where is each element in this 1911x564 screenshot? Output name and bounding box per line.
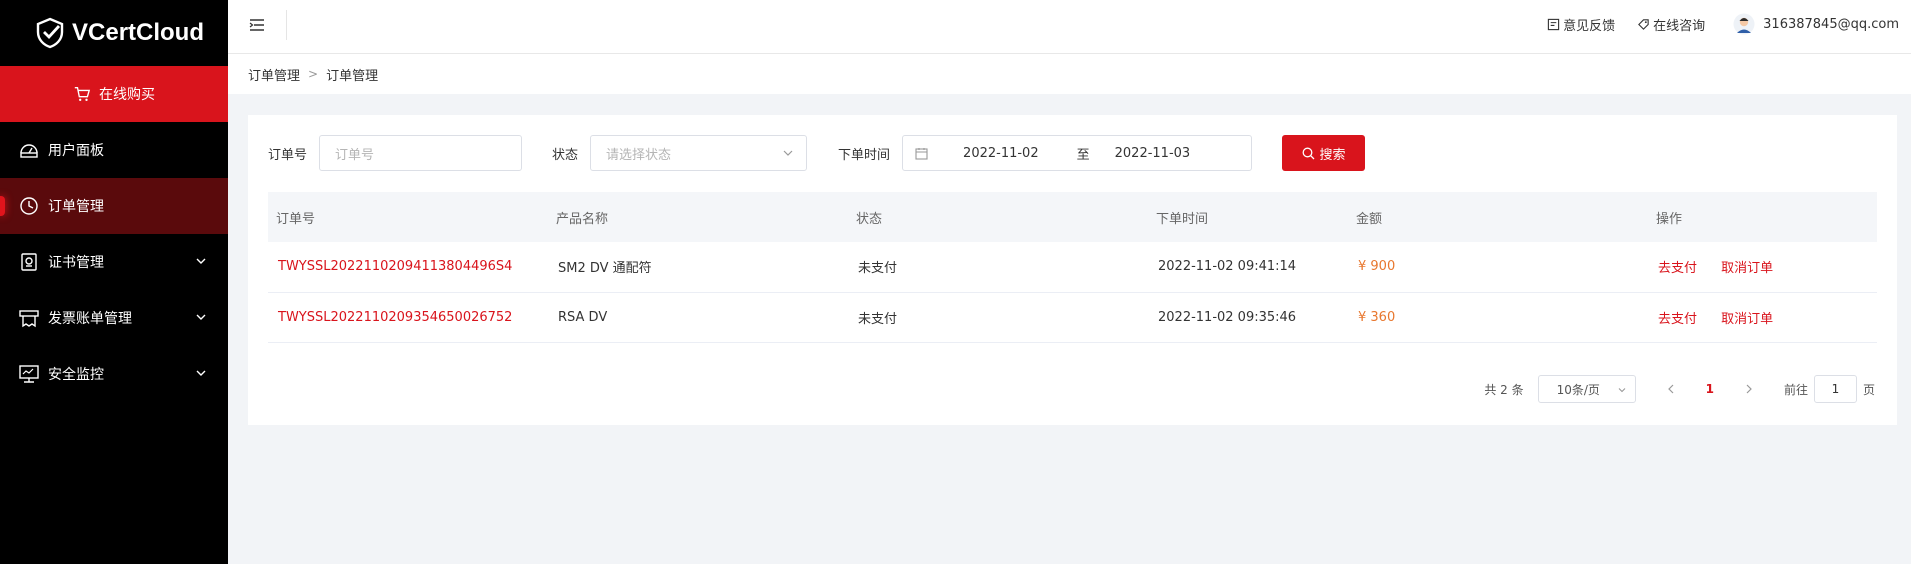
consult-link[interactable]: 在线咨询 [1637, 15, 1705, 34]
goto-suffix: 页 [1862, 382, 1875, 397]
status-placeholder: 请选择状态 [606, 147, 672, 163]
cancel-order-button[interactable]: 取消订单 [1721, 261, 1773, 276]
col-actions: 操作 [1648, 192, 1877, 242]
search-icon [1302, 147, 1314, 159]
monitor-icon [18, 363, 40, 385]
col-product: 产品名称 [548, 192, 848, 242]
page-number-current[interactable]: 1 [1706, 382, 1714, 396]
sidebar-item-label: 用户面板 [48, 143, 104, 159]
sidebar: VCertCloud 在线购买 用户面板 订单管理 证书管理 发票账单管理 安全… [0, 0, 228, 564]
order-no-cell[interactable]: TWYSSL202211020935465002675​2 [268, 292, 548, 343]
feedback-icon [1547, 18, 1560, 30]
breadcrumb-level2: 订单管理 [326, 68, 379, 84]
goto-page-value: 1 [1831, 382, 1840, 396]
status-select[interactable]: 请选择状态 [590, 135, 808, 171]
date-end[interactable]: 2022-11-03 [1115, 146, 1191, 161]
pagination: 共 2 条 10条/页 1 前往 1 页 [1484, 375, 1875, 403]
tag-icon [1638, 18, 1649, 30]
pay-button[interactable]: 去支付 [1658, 261, 1697, 276]
user-email[interactable]: 316387845@qq.com [1763, 17, 1899, 32]
sidebar-item-certificates[interactable]: 证书管理 [0, 234, 228, 290]
buy-online-button[interactable]: 在线购买 [0, 66, 228, 122]
table-row: TWYSSL20221102094113804496S4 SM2 DV 通配符 … [268, 242, 1877, 293]
search-label: 搜索 [1319, 147, 1346, 163]
breadcrumb: 订单管理 > 订单管理 [228, 54, 1911, 94]
invoice-icon [18, 307, 40, 329]
date-start[interactable]: 2022-11-02 [963, 146, 1039, 161]
filter-bar: 订单号 订单号 状态 请选择状态 下单时间 2022-11-02 至 2022-… [268, 135, 1877, 171]
search-button[interactable]: 搜索 [1282, 135, 1366, 171]
col-order-no: 订单号 [268, 192, 548, 242]
chevron-down-icon [196, 314, 206, 320]
amount-cell: ¥ 900 [1348, 242, 1648, 293]
table-header-row: 订单号 产品名称 状态 下单时间 金额 操作 [268, 192, 1877, 242]
consult-label: 在线咨询 [1653, 18, 1706, 34]
date-range-picker[interactable]: 2022-11-02 至 2022-11-03 [902, 135, 1253, 171]
logo[interactable]: VCertCloud [0, 0, 228, 66]
app-root: VCertCloud 在线购买 用户面板 订单管理 证书管理 发票账单管理 安全… [0, 0, 1911, 564]
order-no-placeholder: 订单号 [335, 147, 375, 163]
cancel-order-button[interactable]: 取消订单 [1721, 312, 1773, 327]
total-count: 共 2 条 [1484, 382, 1524, 397]
sidebar-item-security[interactable]: 安全监控 [0, 346, 228, 402]
status-cell: 未支付 [848, 242, 1148, 293]
order-no-cell[interactable]: TWYSSL20221102094113804496S4 [268, 242, 548, 293]
avatar-icon[interactable] [1733, 13, 1755, 35]
table-row: TWYSSL202211020935465002675​2 RSA DV 未支付… [268, 292, 1877, 343]
product-cell: SM2 DV 通配符 [548, 242, 848, 293]
orders-table: 订单号 产品名称 状态 下单时间 金额 操作 TWYSSL20221102094… [268, 192, 1877, 343]
feedback-label: 意见反馈 [1563, 18, 1616, 34]
shield-check-icon [36, 17, 64, 49]
order-panel: 订单号 订单号 状态 请选择状态 下单时间 2022-11-02 至 2022-… [248, 115, 1897, 425]
buy-online-label: 在线购买 [99, 87, 155, 103]
col-time: 下单时间 [1148, 192, 1348, 242]
order-no-label: 订单号 [268, 147, 308, 163]
menu-toggle-icon[interactable] [248, 16, 266, 34]
order-time-label: 下单时间 [838, 147, 891, 163]
order-icon [18, 195, 40, 217]
chevron-down-icon [783, 150, 793, 156]
product-cell: RSA DV [548, 292, 848, 343]
time-cell: 2022-11-02 09:35:46 [1148, 292, 1348, 343]
status-cell: 未支付 [848, 292, 1148, 343]
actions-cell: 去支付 取消订单 [1648, 292, 1877, 343]
next-page-icon[interactable] [1742, 382, 1756, 396]
sidebar-item-orders[interactable]: 订单管理 [0, 178, 228, 234]
breadcrumb-level1[interactable]: 订单管理 [248, 65, 300, 84]
header-divider [286, 10, 287, 40]
goto-page-input[interactable]: 1 [1813, 375, 1857, 403]
page-size-select[interactable]: 10条/页 [1537, 375, 1636, 403]
calendar-icon [915, 147, 928, 160]
chevron-down-icon [1618, 388, 1625, 393]
col-amount: 金额 [1348, 192, 1648, 242]
date-separator: 至 [1076, 147, 1090, 163]
cart-icon [74, 87, 91, 102]
status-label: 状态 [552, 147, 579, 163]
certificate-icon [18, 251, 40, 273]
dashboard-icon [18, 139, 40, 161]
header-actions: 意见反馈 在线咨询 316387845@qq.com [1525, 0, 1899, 48]
chevron-down-icon [196, 258, 206, 264]
chevron-down-icon [196, 370, 206, 376]
actions-cell: 去支付 取消订单 [1648, 242, 1877, 293]
goto-prefix: 前往 [1783, 382, 1808, 397]
col-status: 状态 [848, 192, 1148, 242]
chevron-right-icon: > [308, 67, 319, 81]
sidebar-item-label: 发票账单管理 [48, 311, 132, 327]
sidebar-item-label: 证书管理 [48, 255, 104, 271]
sidebar-item-invoices[interactable]: 发票账单管理 [0, 290, 228, 346]
feedback-link[interactable]: 意见反馈 [1547, 15, 1615, 34]
brand-name: VCertCloud [72, 19, 204, 46]
sidebar-item-label: 订单管理 [48, 199, 104, 215]
pay-button[interactable]: 去支付 [1658, 312, 1697, 327]
page-size-value: 10条/页 [1556, 382, 1600, 397]
sidebar-item-dashboard[interactable]: 用户面板 [0, 122, 228, 178]
order-no-input[interactable]: 订单号 [319, 135, 523, 171]
top-header: 意见反馈 在线咨询 316387845@qq.com [228, 0, 1911, 54]
time-cell: 2022-11-02 09:41:14 [1148, 242, 1348, 293]
amount-cell: ¥ 360 [1348, 292, 1648, 343]
prev-page-icon[interactable] [1664, 382, 1678, 396]
sidebar-item-label: 安全监控 [48, 367, 104, 383]
